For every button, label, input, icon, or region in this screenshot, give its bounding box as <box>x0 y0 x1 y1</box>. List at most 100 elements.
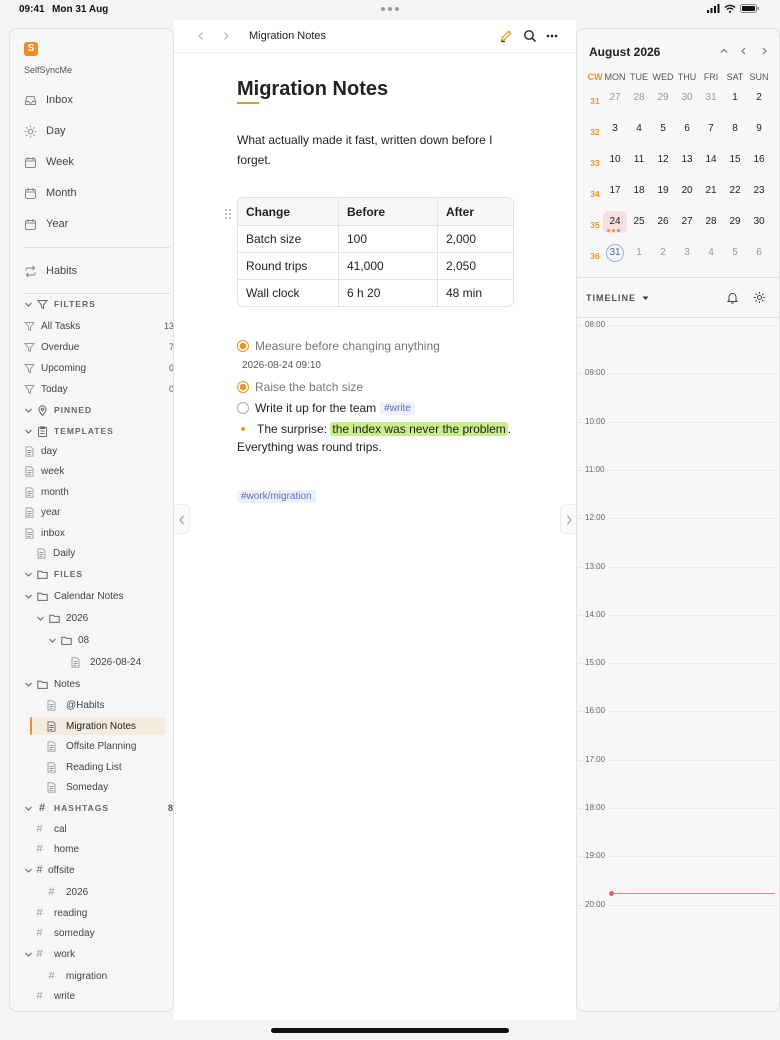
hashtag-someday[interactable]: # someday <box>34 924 173 942</box>
calendar-day[interactable]: 3 <box>675 242 699 264</box>
timeline-hour-row[interactable]: 19:00 <box>577 851 779 861</box>
calendar-day[interactable]: 7 <box>699 118 723 140</box>
calendar-day[interactable]: 28 <box>627 87 651 109</box>
calendar-day[interactable]: 4 <box>699 242 723 264</box>
calendar-day[interactable]: 14 <box>699 149 723 171</box>
calendar-day[interactable]: 25 <box>627 211 651 233</box>
table-cell[interactable]: Batch size <box>238 226 338 252</box>
task-checkbox-open[interactable] <box>237 402 249 414</box>
calendar-day[interactable]: 29 <box>651 87 675 109</box>
tag-work-migration[interactable]: #work/migration <box>237 490 316 503</box>
calendar-day[interactable]: 1 <box>627 242 651 264</box>
timeline-hour-row[interactable]: 09:00 <box>577 368 779 378</box>
calendar-day[interactable]: 4 <box>627 118 651 140</box>
calendar-day[interactable]: 6 <box>747 242 771 264</box>
calendar-day[interactable]: 13 <box>675 149 699 171</box>
filter-upcoming[interactable]: Upcoming 0 <box>24 359 173 377</box>
calendar-day[interactable]: 2 <box>651 242 675 264</box>
calendar-day[interactable]: 30 <box>675 87 699 109</box>
note-someday[interactable]: Someday <box>46 778 173 796</box>
nav-month[interactable]: Month <box>24 183 77 203</box>
timeline-hour-row[interactable]: 11:00 <box>577 464 779 474</box>
task-checkbox-done[interactable] <box>237 381 249 393</box>
hashtags-section[interactable]: # HASHTAGS 8 <box>24 799 173 817</box>
chevron-left-icon[interactable] <box>739 46 749 56</box>
calendar-day[interactable]: 27 <box>675 211 699 233</box>
calendar-day[interactable]: 8 <box>723 118 747 140</box>
timeline-hour-row[interactable]: 17:00 <box>577 754 779 764</box>
templates-section[interactable]: TEMPLATES <box>24 422 173 440</box>
calendar-day[interactable]: 1 <box>723 87 747 109</box>
note-offsite-planning[interactable]: Offsite Planning <box>46 737 173 755</box>
template-month[interactable]: month <box>24 483 173 501</box>
data-table[interactable]: Change Before After Batch size 100 2,000… <box>237 197 514 307</box>
bullet-continuation[interactable]: Everything was round trips. <box>237 440 382 454</box>
calendar-day[interactable]: 6 <box>675 118 699 140</box>
table-cell[interactable]: Round trips <box>238 253 338 279</box>
pencil-icon[interactable] <box>499 29 513 43</box>
hashtag-cal[interactable]: # cal <box>34 820 173 838</box>
folder-08[interactable]: 08 <box>48 631 173 649</box>
bullet-surprise[interactable]: The surprise: the index was never the pr… <box>237 420 511 438</box>
calendar-month-title[interactable]: August 2026 <box>589 45 660 59</box>
nav-habits[interactable]: Habits <box>24 261 77 281</box>
table-header-cell[interactable]: Change <box>238 198 338 225</box>
table-cell[interactable]: 2,050 <box>437 253 513 279</box>
timeline-hour-row[interactable]: 13:00 <box>577 561 779 571</box>
folder-calendar-notes[interactable]: Calendar Notes <box>24 587 173 605</box>
timeline-hour-row[interactable]: 18:00 <box>577 803 779 812</box>
calendar-day[interactable]: 5 <box>651 118 675 140</box>
collapse-sidebar-handle[interactable] <box>174 504 190 534</box>
filter-all-tasks[interactable]: All Tasks 13 <box>24 317 173 335</box>
hashtag-reading[interactable]: # reading <box>34 904 173 922</box>
table-header-cell[interactable]: Before <box>338 198 437 225</box>
calendar-week-number[interactable]: 36 <box>583 242 607 264</box>
folder-2026[interactable]: 2026 <box>36 609 173 627</box>
template-day[interactable]: day <box>24 442 173 460</box>
note-heading[interactable]: Migration Notes <box>237 78 388 101</box>
calendar-day[interactable]: 12 <box>651 149 675 171</box>
timeline-dropdown[interactable]: TIMELINE <box>586 293 649 303</box>
table-cell[interactable]: Wall clock <box>238 280 338 306</box>
search-icon[interactable] <box>523 29 537 43</box>
files-section[interactable]: FILES <box>24 565 173 583</box>
calendar-day[interactable]: 3 <box>603 118 627 140</box>
calendar-day[interactable]: 15 <box>723 149 747 171</box>
calendar-day[interactable]: 5 <box>723 242 747 264</box>
table-cell[interactable]: 41,000 <box>338 253 437 279</box>
table-cell[interactable]: 48 min <box>437 280 513 306</box>
timeline-hour-row[interactable]: 15:00 <box>577 658 779 668</box>
note-habits[interactable]: @Habits <box>46 696 173 714</box>
calendar-day[interactable]: 28 <box>699 211 723 233</box>
more-icon[interactable] <box>545 29 559 43</box>
note-reading-list[interactable]: Reading List <box>46 758 173 776</box>
home-indicator[interactable] <box>271 1028 509 1033</box>
collapse-calendar-handle[interactable] <box>560 504 576 534</box>
filter-overdue[interactable]: Overdue 7 <box>24 338 173 356</box>
tag-write[interactable]: #write <box>380 401 415 415</box>
table-cell[interactable]: 6 h 20 <box>338 280 437 306</box>
nav-week[interactable]: Week <box>24 152 74 172</box>
calendar-day[interactable]: 16 <box>747 149 771 171</box>
intro-paragraph[interactable]: What actually made it fast, written down… <box>237 130 507 170</box>
calendar-day[interactable]: 26 <box>651 211 675 233</box>
timeline-hour-row[interactable]: 12:00 <box>577 513 779 523</box>
hashtag-work-migration[interactable]: # migration <box>46 967 173 985</box>
table-header-cell[interactable]: After <box>437 198 513 225</box>
template-inbox[interactable]: inbox <box>24 524 173 542</box>
folder-notes[interactable]: Notes <box>24 675 173 693</box>
hashtag-offsite[interactable]: # offsite <box>24 861 173 879</box>
calendar-day[interactable]: 22 <box>723 180 747 202</box>
note-2026-08-24[interactable]: 2026-08-24 <box>70 653 173 671</box>
calendar-day[interactable]: 10 <box>603 149 627 171</box>
calendar-day[interactable]: 17 <box>603 180 627 202</box>
hashtag-offsite-2026[interactable]: # 2026 <box>46 883 173 901</box>
timeline-hour-row[interactable]: 14:00 <box>577 609 779 619</box>
chevron-up-icon[interactable] <box>719 46 729 56</box>
task-checkbox-done[interactable] <box>237 340 249 352</box>
hashtag-work[interactable]: # work <box>24 945 173 963</box>
calendar-day[interactable]: 23 <box>747 180 771 202</box>
table-cell[interactable]: 2,000 <box>437 226 513 252</box>
bell-icon[interactable] <box>726 291 739 304</box>
note-migration-notes[interactable]: Migration Notes <box>30 717 166 735</box>
